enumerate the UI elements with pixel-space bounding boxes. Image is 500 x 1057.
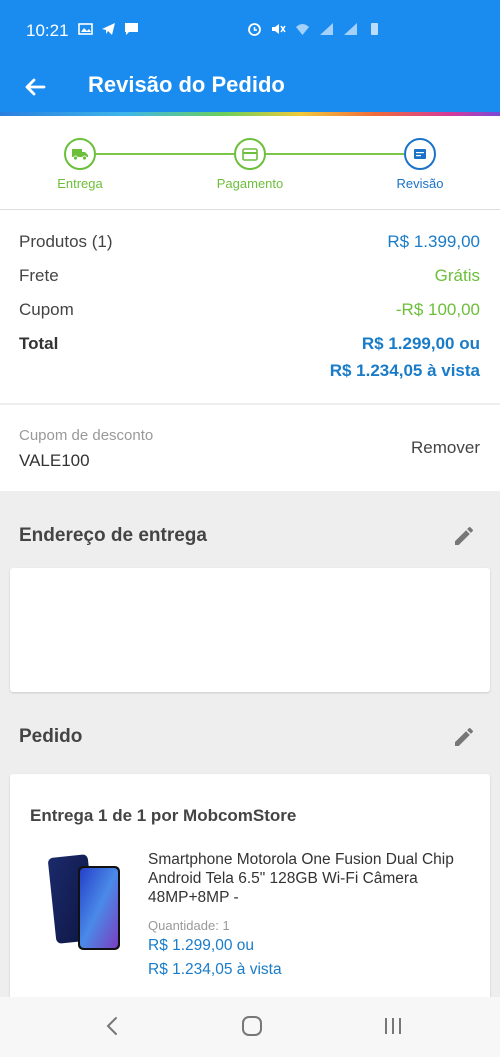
signal-icon [320, 23, 333, 35]
order-summary: Produtos (1) R$ 1.399,00 Frete Grátis Cu… [0, 210, 500, 403]
mute-icon [272, 24, 286, 34]
status-time: 10:21 [26, 21, 69, 40]
app-bar: Revisão do Pedido [0, 62, 500, 112]
coupon-label: Cupom [19, 300, 74, 319]
alarm-icon [248, 23, 261, 36]
coupon-value: -R$ 100,00 [395, 300, 480, 319]
total-value-2: R$ 1.234,05 à vista [329, 361, 480, 380]
page-title: Revisão do Pedido [88, 72, 285, 97]
step-connector [96, 153, 234, 155]
step-entrega[interactable] [64, 138, 96, 170]
checkout-stepper: Entrega Pagamento Revisão [0, 116, 500, 210]
product-image [48, 854, 120, 950]
card-icon [242, 147, 258, 161]
nav-back-icon[interactable] [104, 1015, 120, 1037]
status-bar: 10:21 [0, 0, 500, 62]
total-label: Total [19, 334, 59, 353]
product-price: R$ 1.299,00 ou [148, 937, 255, 954]
wifi-icon [296, 24, 309, 35]
product-quantity: Quantidade: 1 [148, 918, 230, 933]
step-label-entrega: Entrega [57, 176, 103, 191]
order-card: Entrega 1 de 1 por MobcomStore Smartphon… [10, 774, 490, 1004]
delivery-title: Entrega 1 de 1 por MobcomStore [30, 806, 297, 825]
truck-icon [72, 149, 88, 161]
products-value: R$ 1.399,00 [387, 232, 480, 251]
address-card[interactable] [10, 568, 490, 692]
system-nav-bar [0, 997, 500, 1057]
shipping-label: Frete [19, 266, 59, 285]
nav-home-icon[interactable] [241, 1015, 263, 1037]
edit-address-icon[interactable] [452, 524, 476, 548]
step-pagamento[interactable] [234, 138, 266, 170]
step-label-revisao: Revisão [396, 176, 444, 191]
products-label: Produtos (1) [19, 232, 113, 251]
product-name: Smartphone Motorola One Fusion Dual Chip… [148, 851, 454, 906]
review-icon [414, 149, 426, 159]
coupon-code: VALE100 [19, 451, 90, 470]
coupon-section: Cupom de desconto VALE100 Remover [0, 405, 500, 491]
signal-2-icon [344, 23, 357, 35]
telegram-icon [102, 23, 115, 35]
coupon-field-label: Cupom de desconto [19, 427, 154, 444]
order-section-title: Pedido [19, 726, 83, 747]
battery-icon [371, 23, 378, 35]
product-price-cash: R$ 1.234,05 à vista [148, 961, 282, 978]
step-label-pagamento: Pagamento [216, 176, 284, 191]
nav-recents-icon[interactable] [382, 1015, 404, 1037]
gallery-icon [78, 23, 93, 35]
back-arrow-icon[interactable] [20, 72, 50, 102]
notification-icons [78, 22, 139, 36]
system-icons [247, 22, 382, 36]
shipping-value: Grátis [434, 266, 480, 285]
step-revisao[interactable] [404, 138, 436, 170]
total-value-1: R$ 1.299,00 ou [361, 334, 480, 353]
address-section-title: Endereço de entrega [19, 525, 207, 546]
remove-coupon-button[interactable]: Remover [411, 438, 480, 458]
message-icon [125, 23, 138, 35]
edit-order-icon[interactable] [452, 725, 476, 749]
step-connector [266, 153, 404, 155]
